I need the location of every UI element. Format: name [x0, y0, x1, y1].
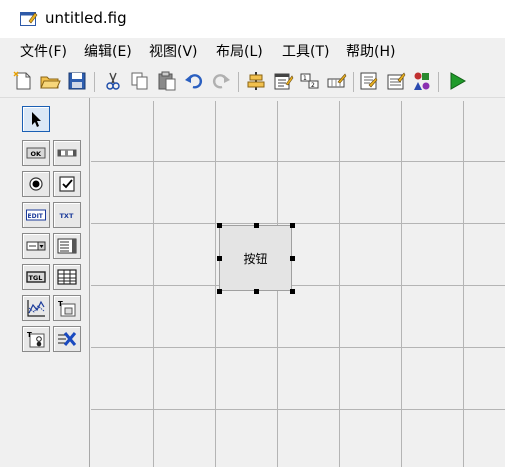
title-bar: untitled.fig [0, 0, 505, 38]
toggle-button-icon: TGL [26, 271, 46, 283]
selection-handle[interactable] [290, 289, 295, 294]
svg-text:OK: OK [31, 150, 43, 158]
grid-line [463, 101, 464, 467]
svg-text:TXT: TXT [60, 212, 74, 220]
listbox-icon [57, 238, 77, 254]
grid-line [91, 347, 505, 348]
checkbox-tool[interactable] [53, 171, 81, 197]
radio-button-tool[interactable] [22, 171, 50, 197]
canvas-push-button[interactable]: 按钮 [219, 225, 292, 291]
selection-handle[interactable] [290, 256, 295, 261]
toolbar-separator [353, 72, 354, 92]
window-title: untitled.fig [45, 9, 127, 27]
svg-text:2: 2 [311, 82, 315, 89]
popup-menu-icon [26, 241, 46, 251]
svg-text:1: 1 [303, 75, 307, 82]
menu-layout[interactable]: 布局(L) [216, 44, 263, 61]
button-group-tool[interactable]: T [22, 326, 50, 352]
run-icon[interactable] [446, 70, 468, 92]
paste-icon[interactable] [156, 70, 178, 92]
layout-canvas[interactable]: 按钮 [91, 101, 505, 467]
menu-help[interactable]: 帮助(H) [346, 44, 395, 61]
save-icon[interactable] [66, 70, 88, 92]
panel-icon: T [58, 300, 76, 317]
menu-editor-icon[interactable] [272, 70, 294, 92]
axes-tool[interactable] [22, 295, 50, 321]
new-file-icon[interactable] [12, 70, 34, 92]
push-button-tool[interactable]: OK [22, 140, 50, 166]
selection-handle[interactable] [254, 289, 259, 294]
component-palette: OK EDIT TXT TGL T T [10, 98, 90, 467]
axes-icon [27, 300, 45, 317]
copy-icon[interactable] [129, 70, 151, 92]
canvas-push-button-label: 按钮 [243, 251, 268, 266]
menu-tools[interactable]: 工具(T) [282, 44, 329, 61]
push-button-icon: OK [26, 147, 46, 159]
edit-text-tool[interactable]: EDIT [22, 202, 50, 228]
object-browser-icon[interactable] [411, 70, 433, 92]
selection-handle[interactable] [217, 223, 222, 228]
menu-view[interactable]: 视图(V) [149, 44, 198, 61]
toolbar-editor-icon[interactable] [326, 70, 348, 92]
slider-icon [57, 149, 77, 157]
button-group-icon: T [27, 331, 45, 348]
selection-handle[interactable] [254, 223, 259, 228]
menu-edit[interactable]: 编辑(E) [84, 44, 132, 61]
svg-text:TGL: TGL [29, 274, 43, 282]
toolbar: 1 2 [0, 66, 505, 98]
cut-icon[interactable] [102, 70, 124, 92]
toolbar-separator [438, 72, 439, 92]
checkbox-icon [59, 176, 75, 192]
selection-handle[interactable] [217, 289, 222, 294]
property-inspector-icon[interactable] [385, 70, 407, 92]
menu-bar: 文件(F) 编辑(E) 视图(V) 布局(L) 工具(T) 帮助(H) [0, 38, 505, 66]
table-tool[interactable] [53, 264, 81, 290]
align-objects-icon[interactable] [245, 70, 267, 92]
select-tool[interactable] [22, 106, 50, 132]
tab-order-editor-icon[interactable]: 1 2 [299, 70, 321, 92]
m-file-editor-icon[interactable] [358, 70, 380, 92]
redo-icon[interactable] [210, 70, 232, 92]
grid-line [91, 223, 505, 224]
grid-line [91, 161, 505, 162]
static-text-tool[interactable]: TXT [53, 202, 81, 228]
listbox-tool[interactable] [53, 233, 81, 259]
popup-menu-tool[interactable] [22, 233, 50, 259]
radio-button-icon [29, 177, 43, 191]
fig-file-icon [20, 12, 38, 26]
grid-line [339, 101, 340, 467]
menu-file[interactable]: 文件(F) [20, 44, 67, 61]
selection-handle[interactable] [290, 223, 295, 228]
undo-icon[interactable] [183, 70, 205, 92]
activex-control-tool[interactable] [53, 326, 81, 352]
grid-line [91, 285, 505, 286]
open-folder-icon[interactable] [39, 70, 61, 92]
grid-line [91, 409, 505, 410]
static-text-icon: TXT [60, 212, 74, 220]
toolbar-separator [94, 72, 95, 92]
edit-text-icon: EDIT [26, 209, 46, 221]
selection-handle[interactable] [217, 256, 222, 261]
grid-line [401, 101, 402, 467]
slider-tool[interactable] [53, 140, 81, 166]
panel-tool[interactable]: T [53, 295, 81, 321]
svg-text:T: T [27, 331, 32, 339]
grid-line [215, 101, 216, 467]
table-icon [57, 269, 77, 285]
grid-line [153, 101, 154, 467]
svg-text:T: T [58, 300, 63, 308]
select-arrow-icon [32, 112, 41, 127]
toggle-button-tool[interactable]: TGL [22, 264, 50, 290]
activex-control-icon [58, 332, 77, 346]
toolbar-separator [238, 72, 239, 92]
svg-text:EDIT: EDIT [28, 213, 44, 220]
